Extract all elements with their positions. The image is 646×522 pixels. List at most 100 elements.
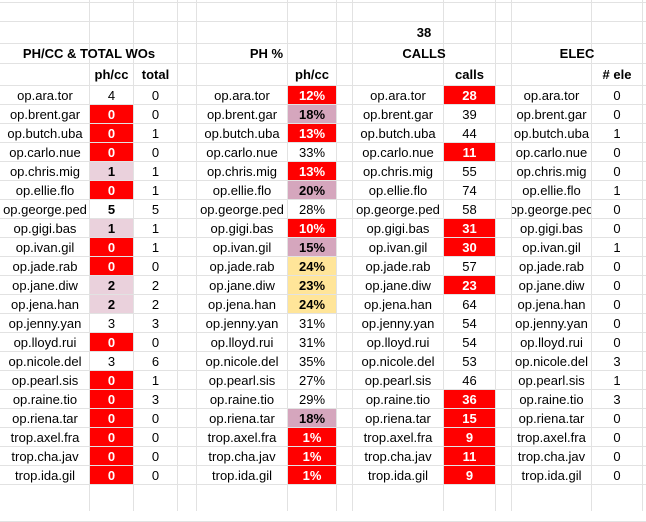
phcc-row-value[interactable]: 1: [134, 124, 177, 142]
phcc-row-value[interactable]: 1: [90, 219, 133, 237]
elec-row-value[interactable]: 0: [592, 466, 642, 484]
phcc-row-value[interactable]: 0: [90, 181, 133, 199]
calls-row-value[interactable]: 58: [444, 200, 495, 218]
ph-percent-row-value[interactable]: 13%: [288, 124, 336, 142]
elec-row-value[interactable]: 0: [592, 200, 642, 218]
elec-row-name[interactable]: op.riena.tar: [512, 409, 591, 427]
ph-percent-row-name[interactable]: op.ara.tor: [197, 86, 287, 104]
phcc-row-value[interactable]: 0: [90, 447, 133, 465]
phcc-row-name[interactable]: op.ara.tor: [1, 86, 89, 104]
ph-percent-row-value[interactable]: 24%: [288, 257, 336, 275]
phcc-row-name[interactable]: op.chris.mig: [1, 162, 89, 180]
ph-percent-row-name[interactable]: op.ivan.gil: [197, 238, 287, 256]
phcc-row-name[interactable]: trop.cha.jav: [1, 447, 89, 465]
elec-row-name[interactable]: op.raine.tio: [512, 390, 591, 408]
calls-row-value[interactable]: 44: [444, 124, 495, 142]
elec-row-value[interactable]: 1: [592, 371, 642, 389]
phcc-row-value[interactable]: 6: [134, 352, 177, 370]
calls-row-name[interactable]: op.chris.mig: [353, 162, 443, 180]
ph-percent-row-name[interactable]: op.nicole.del: [197, 352, 287, 370]
calls-row-name[interactable]: op.george.ped: [353, 200, 443, 218]
elec-row-value[interactable]: 1: [592, 238, 642, 256]
ph-percent-row-name[interactable]: op.brent.gar: [197, 105, 287, 123]
phcc-row-value[interactable]: 2: [134, 295, 177, 313]
elec-row-value[interactable]: 0: [592, 333, 642, 351]
calls-row-value[interactable]: 39: [444, 105, 495, 123]
phcc-row-name[interactable]: op.jena.han: [1, 295, 89, 313]
phcc-row-value[interactable]: 3: [134, 390, 177, 408]
ph-percent-row-name[interactable]: op.gigi.bas: [197, 219, 287, 237]
elec-row-name[interactable]: op.nicole.del: [512, 352, 591, 370]
calls-row-name[interactable]: op.ara.tor: [353, 86, 443, 104]
phcc-row-value[interactable]: 0: [134, 143, 177, 161]
phcc-row-name[interactable]: op.butch.uba: [1, 124, 89, 142]
calls-row-value[interactable]: 55: [444, 162, 495, 180]
ph-percent-row-value[interactable]: 10%: [288, 219, 336, 237]
phcc-row-name[interactable]: op.brent.gar: [1, 105, 89, 123]
ph-percent-row-value[interactable]: 1%: [288, 447, 336, 465]
ph-percent-row-name[interactable]: op.jena.han: [197, 295, 287, 313]
elec-row-name[interactable]: op.chris.mig: [512, 162, 591, 180]
ph-percent-row-value[interactable]: 28%: [288, 200, 336, 218]
elec-row-value[interactable]: 0: [592, 295, 642, 313]
ph-percent-row-name[interactable]: op.ellie.flo: [197, 181, 287, 199]
elec-row-value[interactable]: 0: [592, 105, 642, 123]
ph-percent-row-value[interactable]: 15%: [288, 238, 336, 256]
phcc-row-value[interactable]: 0: [134, 105, 177, 123]
phcc-row-value[interactable]: 0: [90, 124, 133, 142]
elec-row-value[interactable]: 3: [592, 352, 642, 370]
ph-percent-row-name[interactable]: trop.cha.jav: [197, 447, 287, 465]
ph-percent-row-value[interactable]: 31%: [288, 314, 336, 332]
phcc-row-name[interactable]: op.gigi.bas: [1, 219, 89, 237]
calls-row-value[interactable]: 64: [444, 295, 495, 313]
phcc-row-value[interactable]: 0: [90, 466, 133, 484]
ph-percent-row-value[interactable]: 24%: [288, 295, 336, 313]
calls-row-name[interactable]: op.jenny.yan: [353, 314, 443, 332]
ph-percent-row-name[interactable]: op.butch.uba: [197, 124, 287, 142]
phcc-row-name[interactable]: op.pearl.sis: [1, 371, 89, 389]
calls-row-name[interactable]: trop.axel.fra: [353, 428, 443, 446]
phcc-row-name[interactable]: op.riena.tar: [1, 409, 89, 427]
elec-row-name[interactable]: op.carlo.nue: [512, 143, 591, 161]
phcc-row-name[interactable]: op.raine.tio: [1, 390, 89, 408]
phcc-row-value[interactable]: 0: [90, 409, 133, 427]
elec-row-value[interactable]: 0: [592, 143, 642, 161]
phcc-row-value[interactable]: 0: [90, 428, 133, 446]
elec-row-name[interactable]: op.jenny.yan: [512, 314, 591, 332]
ph-percent-row-value[interactable]: 35%: [288, 352, 336, 370]
elec-row-name[interactable]: op.ivan.gil: [512, 238, 591, 256]
ph-percent-row-value[interactable]: 20%: [288, 181, 336, 199]
calls-row-value[interactable]: 15: [444, 409, 495, 427]
phcc-row-value[interactable]: 5: [134, 200, 177, 218]
phcc-row-name[interactable]: op.lloyd.rui: [1, 333, 89, 351]
calls-row-name[interactable]: trop.ida.gil: [353, 466, 443, 484]
phcc-row-value[interactable]: 0: [134, 333, 177, 351]
phcc-row-value[interactable]: 1: [90, 162, 133, 180]
elec-row-value[interactable]: 1: [592, 124, 642, 142]
phcc-row-name[interactable]: trop.axel.fra: [1, 428, 89, 446]
phcc-row-value[interactable]: 0: [134, 447, 177, 465]
calls-row-name[interactable]: op.lloyd.rui: [353, 333, 443, 351]
phcc-row-value[interactable]: 1: [134, 371, 177, 389]
phcc-row-name[interactable]: op.george.ped: [1, 200, 89, 218]
elec-row-value[interactable]: 0: [592, 86, 642, 104]
calls-row-name[interactable]: op.nicole.del: [353, 352, 443, 370]
ph-percent-row-name[interactable]: trop.ida.gil: [197, 466, 287, 484]
ph-percent-row-value[interactable]: 12%: [288, 86, 336, 104]
elec-row-value[interactable]: 0: [592, 219, 642, 237]
ph-percent-row-value[interactable]: 27%: [288, 371, 336, 389]
ph-percent-row-name[interactable]: op.jenny.yan: [197, 314, 287, 332]
elec-row-name[interactable]: op.jena.han: [512, 295, 591, 313]
ph-percent-row-name[interactable]: op.lloyd.rui: [197, 333, 287, 351]
calls-row-value[interactable]: 9: [444, 466, 495, 484]
calls-row-value[interactable]: 53: [444, 352, 495, 370]
calls-row-name[interactable]: op.carlo.nue: [353, 143, 443, 161]
phcc-row-name[interactable]: op.jenny.yan: [1, 314, 89, 332]
ph-percent-row-value[interactable]: 33%: [288, 143, 336, 161]
ph-percent-row-value[interactable]: 13%: [288, 162, 336, 180]
calls-row-name[interactable]: trop.cha.jav: [353, 447, 443, 465]
phcc-row-name[interactable]: op.jade.rab: [1, 257, 89, 275]
ph-percent-row-name[interactable]: op.pearl.sis: [197, 371, 287, 389]
calls-row-name[interactable]: op.jade.rab: [353, 257, 443, 275]
calls-row-value[interactable]: 54: [444, 333, 495, 351]
